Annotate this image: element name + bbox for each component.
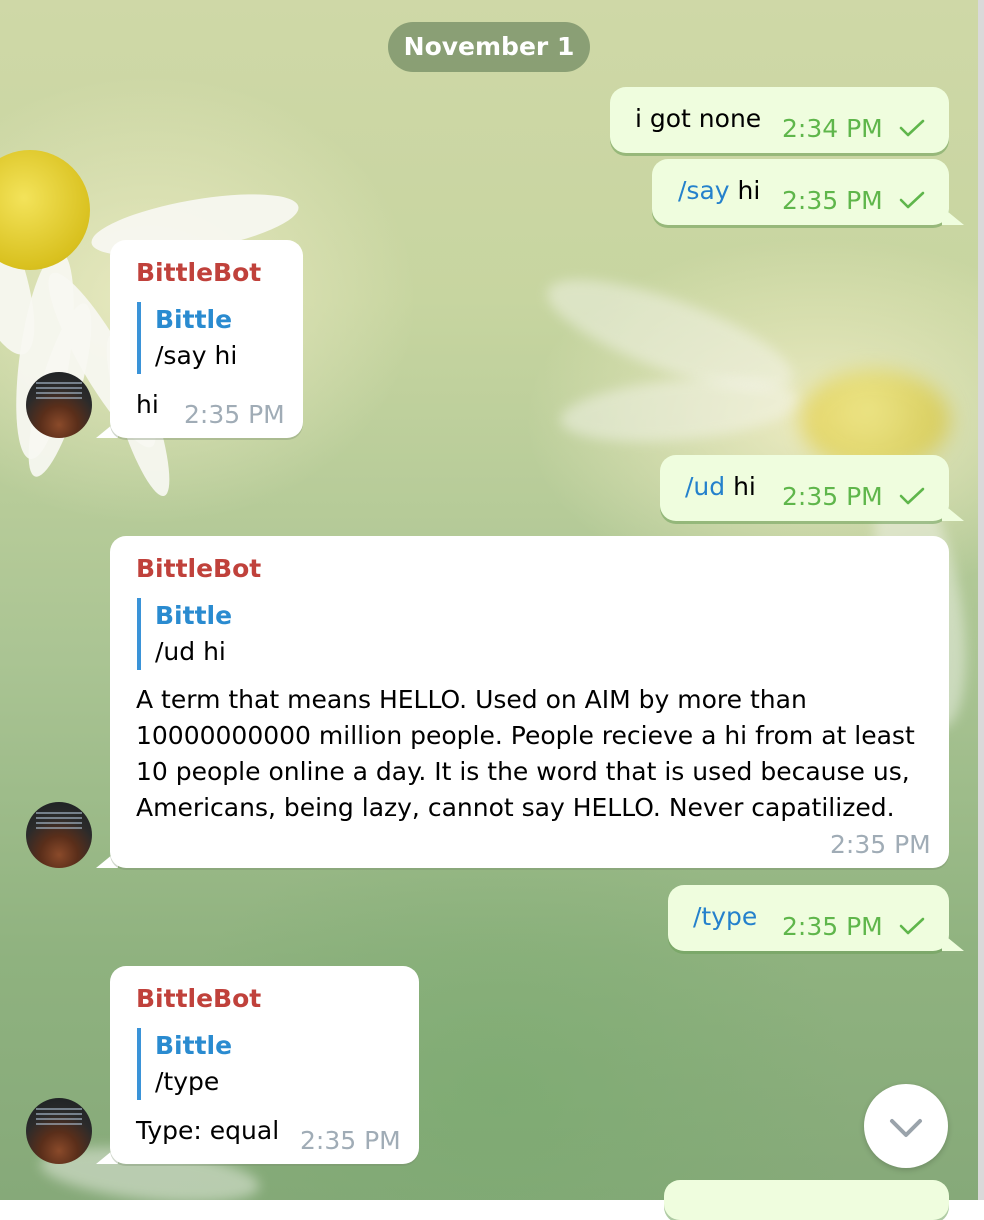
message-text: /type xyxy=(693,902,757,931)
reply-quote[interactable]: Bittle /ud hi xyxy=(137,598,232,670)
message-text: /say hi xyxy=(678,176,761,205)
message-time: 2:35 PM xyxy=(782,482,883,511)
message-text: A term that means HELLO. Used on AIM by … xyxy=(136,685,915,822)
avatar[interactable] xyxy=(26,372,92,438)
check-icon xyxy=(899,119,925,137)
message-time: 2:35 PM xyxy=(782,912,883,941)
reply-quote[interactable]: Bittle /type xyxy=(137,1028,232,1100)
message-text: i got none xyxy=(635,104,762,133)
command-link[interactable]: /ud xyxy=(685,472,725,501)
incoming-message[interactable]: BittleBot Bittle /type Type: equal 2:35 … xyxy=(110,966,419,1164)
outgoing-message[interactable]: /say hi 2:35 PM xyxy=(652,159,949,225)
reply-text: /ud hi xyxy=(155,637,226,666)
message-time: 2:35 PM xyxy=(184,400,285,429)
message-text: Type: equal xyxy=(136,1116,280,1145)
message-time: 2:35 PM xyxy=(782,186,883,215)
reply-text: /type xyxy=(155,1067,220,1096)
incoming-message[interactable]: BittleBot Bittle /ud hi A term that mean… xyxy=(110,536,949,868)
message-text: hi xyxy=(136,390,159,419)
scroll-down-button[interactable] xyxy=(864,1084,948,1168)
avatar[interactable] xyxy=(26,1098,92,1164)
reply-text: /say hi xyxy=(155,341,238,370)
command-link[interactable]: /type xyxy=(693,902,757,931)
check-icon xyxy=(899,191,925,209)
date-separator: November 1 xyxy=(388,22,590,72)
message-text: /ud hi xyxy=(685,472,756,501)
sender-name[interactable]: BittleBot xyxy=(136,554,261,583)
reply-author: Bittle xyxy=(155,305,233,334)
outgoing-message[interactable]: /ud hi 2:35 PM xyxy=(660,455,949,521)
outgoing-message[interactable]: i got none 2:34 PM xyxy=(610,87,949,153)
sender-name[interactable]: BittleBot xyxy=(136,258,261,287)
outgoing-message-partial[interactable] xyxy=(664,1180,949,1220)
avatar[interactable] xyxy=(26,802,92,868)
outgoing-message[interactable]: /type 2:35 PM xyxy=(668,885,949,951)
reply-author: Bittle xyxy=(155,601,233,630)
reply-author: Bittle xyxy=(155,1031,233,1060)
reply-quote[interactable]: Bittle /say hi xyxy=(137,302,237,374)
sender-name[interactable]: BittleBot xyxy=(136,984,261,1013)
message-time: 2:34 PM xyxy=(782,114,883,143)
chevron-down-icon xyxy=(890,1119,922,1137)
incoming-message[interactable]: BittleBot Bittle /say hi hi 2:35 PM xyxy=(110,240,303,438)
message-time: 2:35 PM xyxy=(830,830,931,859)
window-edge xyxy=(978,0,984,1200)
command-link[interactable]: /say xyxy=(678,176,730,205)
message-time: 2:35 PM xyxy=(300,1126,401,1155)
check-icon xyxy=(899,487,925,505)
check-icon xyxy=(899,917,925,935)
